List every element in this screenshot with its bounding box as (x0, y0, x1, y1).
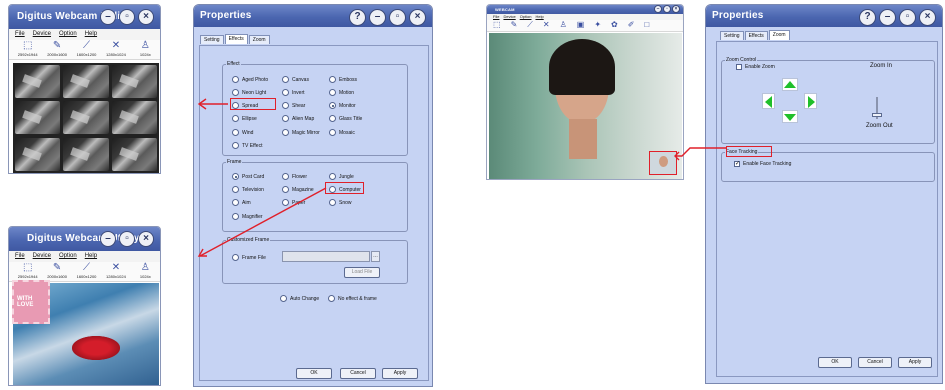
annotation-arrows (197, 98, 727, 257)
arrow-to-computer (199, 187, 327, 257)
arrow-to-face-tracking (675, 147, 727, 157)
